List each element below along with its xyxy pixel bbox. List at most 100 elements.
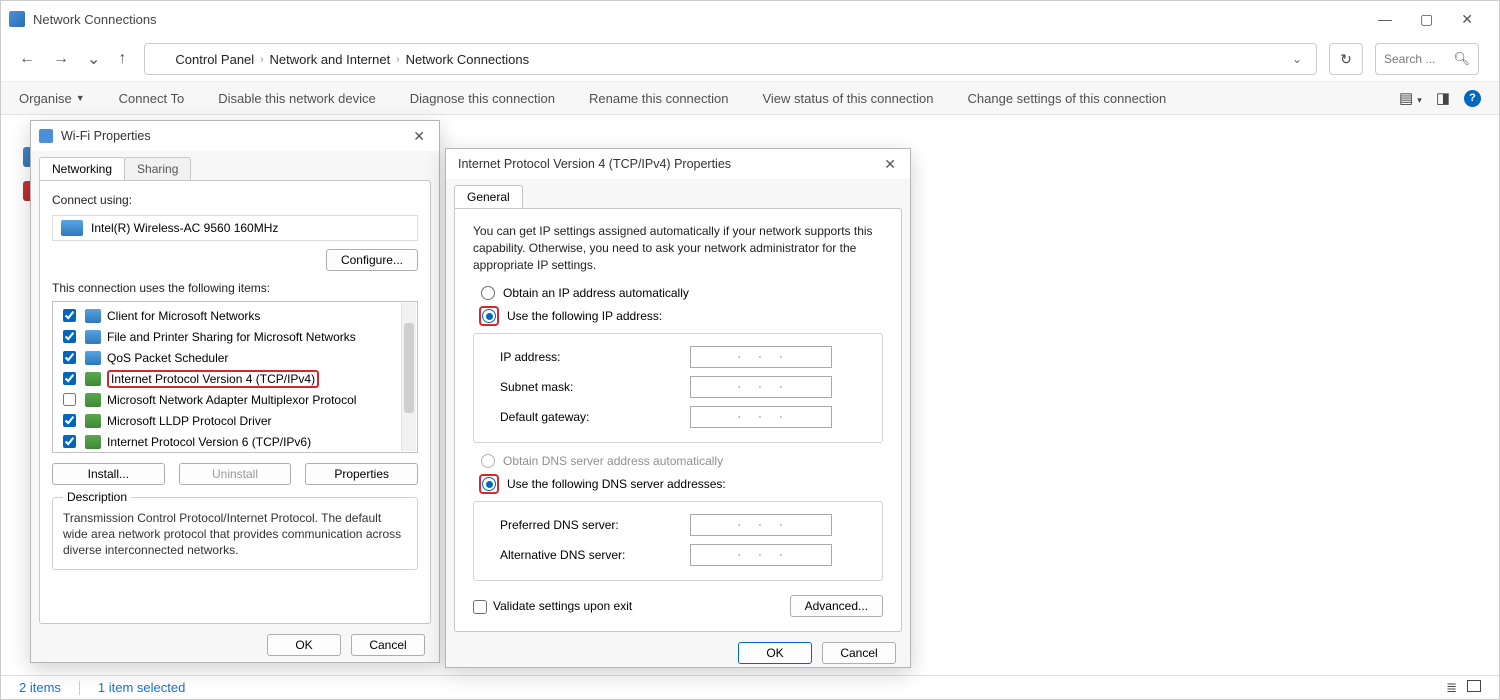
protocol-label: Client for Microsoft Networks (107, 309, 260, 323)
rename-button[interactable]: Rename this connection (589, 91, 728, 106)
gateway-input[interactable]: · · · (690, 406, 832, 428)
cancel-button[interactable]: Cancel (822, 642, 896, 664)
subnet-label: Subnet mask: (500, 380, 690, 394)
scrollbar[interactable] (401, 303, 416, 451)
obtain-ip-radio[interactable]: Obtain an IP address automatically (481, 283, 883, 303)
selected-count: 1 item selected (98, 680, 185, 695)
maximize-button[interactable]: ▢ (1420, 11, 1433, 28)
ip-address-label: IP address: (500, 350, 690, 364)
uses-items-label: This connection uses the following items… (52, 281, 418, 295)
forward-button[interactable]: → (53, 50, 69, 68)
protocol-icon (85, 372, 101, 386)
networking-panel: Connect using: Intel(R) Wireless-AC 9560… (39, 180, 431, 624)
protocol-checkbox[interactable] (63, 414, 76, 427)
ip-address-input[interactable]: · · · (690, 346, 832, 368)
view-status-button[interactable]: View status of this connection (762, 91, 933, 106)
network-icon (153, 51, 169, 67)
protocol-checkbox[interactable] (63, 393, 76, 406)
description-text: Transmission Control Protocol/Internet P… (63, 510, 407, 559)
description-group: Description Transmission Control Protoco… (52, 497, 418, 570)
disable-device-button[interactable]: Disable this network device (218, 91, 376, 106)
breadcrumb[interactable]: Network and Internet (270, 52, 391, 67)
close-button[interactable]: ✕ (407, 128, 431, 145)
install-button[interactable]: Install... (52, 463, 165, 485)
titlebar: Network Connections — ▢ ✕ (1, 1, 1499, 37)
protocol-label: Microsoft LLDP Protocol Driver (107, 414, 272, 428)
history-chevron[interactable]: ⌄ (1292, 52, 1302, 66)
dns-fields-group: Preferred DNS server:· · · Alternative D… (473, 501, 883, 581)
pref-dns-input[interactable]: · · · (690, 514, 832, 536)
gateway-label: Default gateway: (500, 410, 690, 424)
tab-networking[interactable]: Networking (39, 157, 125, 180)
close-button[interactable]: ✕ (1461, 11, 1473, 28)
use-ip-radio[interactable]: Use the following IP address: (479, 303, 883, 329)
breadcrumb[interactable]: Control Panel (175, 52, 254, 67)
ip-fields-group: IP address:· · · Subnet mask:· · · Defau… (473, 333, 883, 443)
breadcrumb[interactable]: Network Connections (406, 52, 530, 67)
ok-button[interactable]: OK (738, 642, 812, 664)
wifi-properties-dialog: Wi-Fi Properties ✕ Networking Sharing Co… (30, 120, 440, 663)
view-options-icon[interactable]: ▤︎ ▾ (1399, 89, 1422, 107)
protocol-item[interactable]: File and Printer Sharing for Microsoft N… (55, 326, 415, 347)
protocol-checkbox[interactable] (63, 330, 76, 343)
subnet-input[interactable]: · · · (690, 376, 832, 398)
command-bar: Organise▼ Connect To Disable this networ… (1, 81, 1499, 115)
protocol-icon (85, 414, 101, 428)
tab-general[interactable]: General (454, 185, 523, 208)
protocol-icon (85, 435, 101, 449)
protocol-item[interactable]: QoS Packet Scheduler (55, 347, 415, 368)
window-title: Network Connections (33, 12, 157, 27)
wifi-icon (39, 129, 53, 143)
back-button[interactable]: ← (19, 50, 35, 68)
protocol-checkbox[interactable] (63, 351, 76, 364)
tiles-view-icon[interactable] (1467, 680, 1481, 692)
adapter-icon (61, 220, 83, 236)
protocol-checkbox[interactable] (63, 372, 76, 385)
validate-checkbox[interactable]: Validate settings upon exit (473, 599, 632, 614)
protocol-item[interactable]: Internet Protocol Version 6 (TCP/IPv6) (55, 431, 415, 452)
pref-dns-label: Preferred DNS server: (500, 518, 690, 532)
ok-button[interactable]: OK (267, 634, 341, 656)
search-input[interactable]: Search ... 🔍︎ (1375, 43, 1479, 75)
organise-menu[interactable]: Organise▼ (19, 91, 85, 106)
minimize-button[interactable]: — (1378, 11, 1392, 28)
ipv4-properties-dialog: Internet Protocol Version 4 (TCP/IPv4) P… (445, 148, 911, 668)
protocol-label: File and Printer Sharing for Microsoft N… (107, 330, 356, 344)
cancel-button[interactable]: Cancel (351, 634, 425, 656)
alt-dns-input[interactable]: · · · (690, 544, 832, 566)
uninstall-button[interactable]: Uninstall (179, 463, 292, 485)
protocol-item[interactable]: Internet Protocol Version 4 (TCP/IPv4) (55, 368, 415, 389)
address-bar[interactable]: Control Panel › Network and Internet › N… (144, 43, 1317, 75)
protocol-item[interactable]: Microsoft LLDP Protocol Driver (55, 410, 415, 431)
connect-to-button[interactable]: Connect To (119, 91, 185, 106)
protocol-label: Microsoft Network Adapter Multiplexor Pr… (107, 393, 356, 407)
protocol-label: Internet Protocol Version 6 (TCP/IPv6) (107, 435, 311, 449)
change-settings-button[interactable]: Change settings of this connection (968, 91, 1167, 106)
description-label: Description (63, 490, 131, 504)
protocol-item[interactable]: Microsoft Network Adapter Multiplexor Pr… (55, 389, 415, 410)
refresh-button[interactable]: ↻ (1329, 43, 1363, 75)
protocol-item[interactable]: Client for Microsoft Networks (55, 305, 415, 326)
close-button[interactable]: ✕ (878, 156, 902, 173)
recent-chevron[interactable]: ⌄ (87, 49, 100, 69)
protocol-label: QoS Packet Scheduler (107, 351, 228, 365)
alt-dns-label: Alternative DNS server: (500, 548, 690, 562)
preview-pane-icon[interactable]: ◨︎ (1436, 89, 1450, 107)
protocol-checkbox[interactable] (63, 435, 76, 448)
configure-button[interactable]: Configure... (326, 249, 418, 271)
nav-row: ← → ⌄ ↑ Control Panel › Network and Inte… (1, 37, 1499, 81)
help-icon[interactable]: ? (1464, 90, 1481, 107)
diagnose-button[interactable]: Diagnose this connection (410, 91, 555, 106)
protocol-checkbox[interactable] (63, 309, 76, 322)
advanced-button[interactable]: Advanced... (790, 595, 883, 617)
use-dns-radio[interactable]: Use the following DNS server addresses: (479, 471, 883, 497)
highlight-icon (479, 474, 499, 494)
protocol-list[interactable]: Client for Microsoft Networks File and P… (52, 301, 418, 453)
up-button[interactable]: ↑ (118, 50, 126, 68)
details-view-icon[interactable]: ≣ (1446, 680, 1457, 696)
protocol-label: Internet Protocol Version 4 (TCP/IPv4) (107, 370, 319, 388)
dialog-titlebar: Wi-Fi Properties ✕ (31, 121, 439, 151)
tab-sharing[interactable]: Sharing (124, 157, 191, 180)
properties-button[interactable]: Properties (305, 463, 418, 485)
protocol-icon (85, 393, 101, 407)
